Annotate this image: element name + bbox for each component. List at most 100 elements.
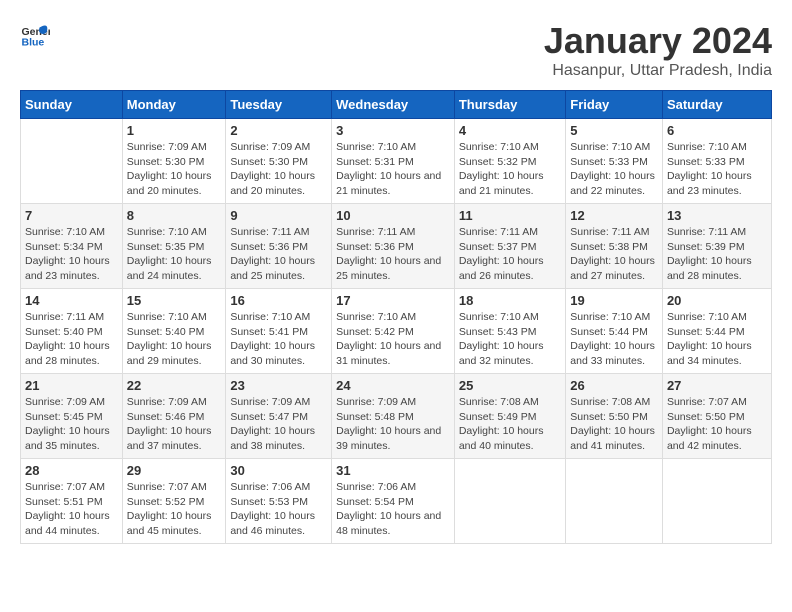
day-number: 2 [230, 123, 327, 138]
table-row: 11 Sunrise: 7:11 AM Sunset: 5:37 PM Dayli… [454, 204, 565, 289]
table-row: 21Sunrise: 7:09 AM Sunset: 5:45 PM Dayli… [21, 374, 123, 459]
day-number: 29 [127, 463, 222, 478]
day-info: Sunrise: 7:11 AM Sunset: 5:38 PM Dayligh… [570, 225, 658, 284]
day-info: Sunrise: 7:09 AM Sunset: 5:46 PM Dayligh… [127, 395, 222, 454]
col-sunday: Sunday [21, 91, 123, 119]
title-area: January 2024 Hasanpur, Uttar Pradesh, In… [544, 20, 772, 80]
table-row: 9 Sunrise: 7:11 AM Sunset: 5:36 PM Daylig… [226, 204, 332, 289]
logo: General Blue [20, 20, 50, 50]
col-friday: Friday [566, 91, 663, 119]
day-info: Sunrise: 7:11 AM Sunset: 5:36 PM Dayligh… [230, 225, 327, 284]
table-row: 28 Sunrise: 7:07 AM Sunset: 5:51 PM Dayli… [21, 459, 123, 544]
table-row: 7Sunrise: 7:10 AM Sunset: 5:34 PM Daylig… [21, 204, 123, 289]
day-number: 26 [570, 378, 658, 393]
table-row: 14 Sunrise: 7:11 AM Sunset: 5:40 PM Dayli… [21, 289, 123, 374]
day-info: Sunrise: 7:11 AM Sunset: 5:36 PM Dayligh… [336, 225, 450, 284]
day-info: Sunrise: 7:10 AM Sunset: 5:31 PM Dayligh… [336, 140, 450, 199]
table-row: 26 Sunrise: 7:08 AM Sunset: 5:50 PM Dayli… [566, 374, 663, 459]
table-row: 27Sunrise: 7:07 AM Sunset: 5:50 PM Dayli… [662, 374, 771, 459]
table-row: 19 Sunrise: 7:10 AM Sunset: 5:44 PM Dayli… [566, 289, 663, 374]
day-info: Sunrise: 7:08 AM Sunset: 5:49 PM Dayligh… [459, 395, 561, 454]
day-info: Sunrise: 7:06 AM Sunset: 5:54 PM Dayligh… [336, 480, 450, 539]
calendar-week-row: 21Sunrise: 7:09 AM Sunset: 5:45 PM Dayli… [21, 374, 772, 459]
table-row: 29 Sunrise: 7:07 AM Sunset: 5:52 PM Dayli… [122, 459, 226, 544]
table-row: 1Sunrise: 7:09 AM Sunset: 5:30 PM Daylig… [122, 119, 226, 204]
day-info: Sunrise: 7:07 AM Sunset: 5:51 PM Dayligh… [25, 480, 118, 539]
day-number: 25 [459, 378, 561, 393]
col-saturday: Saturday [662, 91, 771, 119]
day-number: 22 [127, 378, 222, 393]
day-number: 23 [230, 378, 327, 393]
day-number: 15 [127, 293, 222, 308]
table-row: 22 Sunrise: 7:09 AM Sunset: 5:46 PM Dayli… [122, 374, 226, 459]
day-number: 17 [336, 293, 450, 308]
table-row: 23 Sunrise: 7:09 AM Sunset: 5:47 PM Dayli… [226, 374, 332, 459]
day-number: 13 [667, 208, 767, 223]
table-row: 13 Sunrise: 7:11 AM Sunset: 5:39 PM Dayli… [662, 204, 771, 289]
day-info: Sunrise: 7:10 AM Sunset: 5:34 PM Dayligh… [25, 225, 118, 284]
day-number: 6 [667, 123, 767, 138]
day-info: Sunrise: 7:10 AM Sunset: 5:32 PM Dayligh… [459, 140, 561, 199]
day-number: 21 [25, 378, 118, 393]
calendar-header-row: Sunday Monday Tuesday Wednesday Thursday… [21, 91, 772, 119]
col-tuesday: Tuesday [226, 91, 332, 119]
day-info: Sunrise: 7:08 AM Sunset: 5:50 PM Dayligh… [570, 395, 658, 454]
table-row: 17 Sunrise: 7:10 AM Sunset: 5:42 PM Dayli… [332, 289, 455, 374]
day-number: 3 [336, 123, 450, 138]
day-number: 24 [336, 378, 450, 393]
day-number: 11 [459, 208, 561, 223]
col-wednesday: Wednesday [332, 91, 455, 119]
table-row: 12Sunrise: 7:11 AM Sunset: 5:38 PM Dayli… [566, 204, 663, 289]
table-row [662, 459, 771, 544]
day-info: Sunrise: 7:10 AM Sunset: 5:42 PM Dayligh… [336, 310, 450, 369]
day-number: 18 [459, 293, 561, 308]
table-row: 2 Sunrise: 7:09 AM Sunset: 5:30 PM Daylig… [226, 119, 332, 204]
page-header: General Blue January 2024 Hasanpur, Utta… [20, 20, 772, 80]
logo-icon: General Blue [20, 20, 50, 50]
day-info: Sunrise: 7:11 AM Sunset: 5:39 PM Dayligh… [667, 225, 767, 284]
day-number: 4 [459, 123, 561, 138]
col-thursday: Thursday [454, 91, 565, 119]
day-number: 8 [127, 208, 222, 223]
day-info: Sunrise: 7:10 AM Sunset: 5:40 PM Dayligh… [127, 310, 222, 369]
page-subtitle: Hasanpur, Uttar Pradesh, India [544, 62, 772, 80]
table-row: 15 Sunrise: 7:10 AM Sunset: 5:40 PM Dayli… [122, 289, 226, 374]
day-number: 19 [570, 293, 658, 308]
calendar-week-row: 1Sunrise: 7:09 AM Sunset: 5:30 PM Daylig… [21, 119, 772, 204]
day-number: 28 [25, 463, 118, 478]
page-title: January 2024 [544, 20, 772, 62]
day-number: 16 [230, 293, 327, 308]
table-row: 6Sunrise: 7:10 AM Sunset: 5:33 PM Daylig… [662, 119, 771, 204]
table-row: 3 Sunrise: 7:10 AM Sunset: 5:31 PM Daylig… [332, 119, 455, 204]
day-info: Sunrise: 7:06 AM Sunset: 5:53 PM Dayligh… [230, 480, 327, 539]
day-info: Sunrise: 7:11 AM Sunset: 5:40 PM Dayligh… [25, 310, 118, 369]
day-info: Sunrise: 7:10 AM Sunset: 5:43 PM Dayligh… [459, 310, 561, 369]
table-row: 10 Sunrise: 7:11 AM Sunset: 5:36 PM Dayli… [332, 204, 455, 289]
day-number: 9 [230, 208, 327, 223]
day-info: Sunrise: 7:09 AM Sunset: 5:47 PM Dayligh… [230, 395, 327, 454]
table-row: 25 Sunrise: 7:08 AM Sunset: 5:49 PM Dayli… [454, 374, 565, 459]
table-row [566, 459, 663, 544]
day-info: Sunrise: 7:11 AM Sunset: 5:37 PM Dayligh… [459, 225, 561, 284]
day-number: 31 [336, 463, 450, 478]
day-info: Sunrise: 7:09 AM Sunset: 5:48 PM Dayligh… [336, 395, 450, 454]
table-row: 4 Sunrise: 7:10 AM Sunset: 5:32 PM Daylig… [454, 119, 565, 204]
table-row: 30 Sunrise: 7:06 AM Sunset: 5:53 PM Dayli… [226, 459, 332, 544]
day-number: 27 [667, 378, 767, 393]
day-number: 30 [230, 463, 327, 478]
table-row: 5Sunrise: 7:10 AM Sunset: 5:33 PM Daylig… [566, 119, 663, 204]
table-row: 8Sunrise: 7:10 AM Sunset: 5:35 PM Daylig… [122, 204, 226, 289]
svg-text:Blue: Blue [22, 37, 45, 49]
table-row: 18 Sunrise: 7:10 AM Sunset: 5:43 PM Dayli… [454, 289, 565, 374]
calendar-week-row: 28 Sunrise: 7:07 AM Sunset: 5:51 PM Dayli… [21, 459, 772, 544]
day-number: 14 [25, 293, 118, 308]
day-info: Sunrise: 7:10 AM Sunset: 5:41 PM Dayligh… [230, 310, 327, 369]
day-info: Sunrise: 7:09 AM Sunset: 5:30 PM Dayligh… [230, 140, 327, 199]
day-info: Sunrise: 7:10 AM Sunset: 5:44 PM Dayligh… [667, 310, 767, 369]
day-info: Sunrise: 7:09 AM Sunset: 5:30 PM Dayligh… [127, 140, 222, 199]
day-info: Sunrise: 7:07 AM Sunset: 5:52 PM Dayligh… [127, 480, 222, 539]
day-info: Sunrise: 7:10 AM Sunset: 5:44 PM Dayligh… [570, 310, 658, 369]
day-number: 10 [336, 208, 450, 223]
table-row: 16 Sunrise: 7:10 AM Sunset: 5:41 PM Dayli… [226, 289, 332, 374]
calendar-week-row: 14 Sunrise: 7:11 AM Sunset: 5:40 PM Dayli… [21, 289, 772, 374]
